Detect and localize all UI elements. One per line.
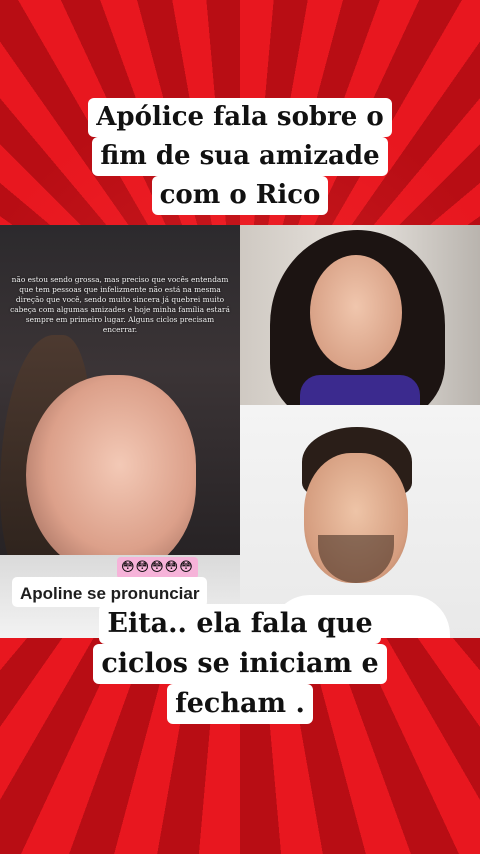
video-person-face (26, 375, 196, 575)
story-video-frame[interactable]: não estou sendo grossa, mas preciso que … (0, 225, 240, 638)
bottom-headline-line-3: fecham . (167, 684, 313, 724)
woman-face (310, 255, 402, 370)
video-caption: Apoline se pronunciar (12, 577, 208, 607)
top-headline-line-2: fim de sua amizade (92, 137, 388, 176)
bottom-headline-line-1: Eita.. ela fala que (99, 604, 381, 644)
bottom-headline: Eita.. ela fala que ciclos se iniciam e … (0, 604, 480, 724)
top-headline-line-1: Apólice fala sobre o (88, 98, 392, 137)
top-headline: Apólice fala sobre o fim de sua amizade … (0, 98, 480, 215)
story-text: não estou sendo grossa, mas preciso que … (10, 275, 230, 334)
woman-top (300, 375, 420, 405)
emoji-reaction-row: 😳😳😳😳😳 (117, 557, 198, 579)
photo-collage: não estou sendo grossa, mas preciso que … (0, 225, 480, 638)
top-headline-line-3: com o Rico (151, 176, 329, 215)
woman-photo (240, 225, 480, 405)
bottom-headline-line-2: ciclos se iniciam e (93, 644, 387, 684)
